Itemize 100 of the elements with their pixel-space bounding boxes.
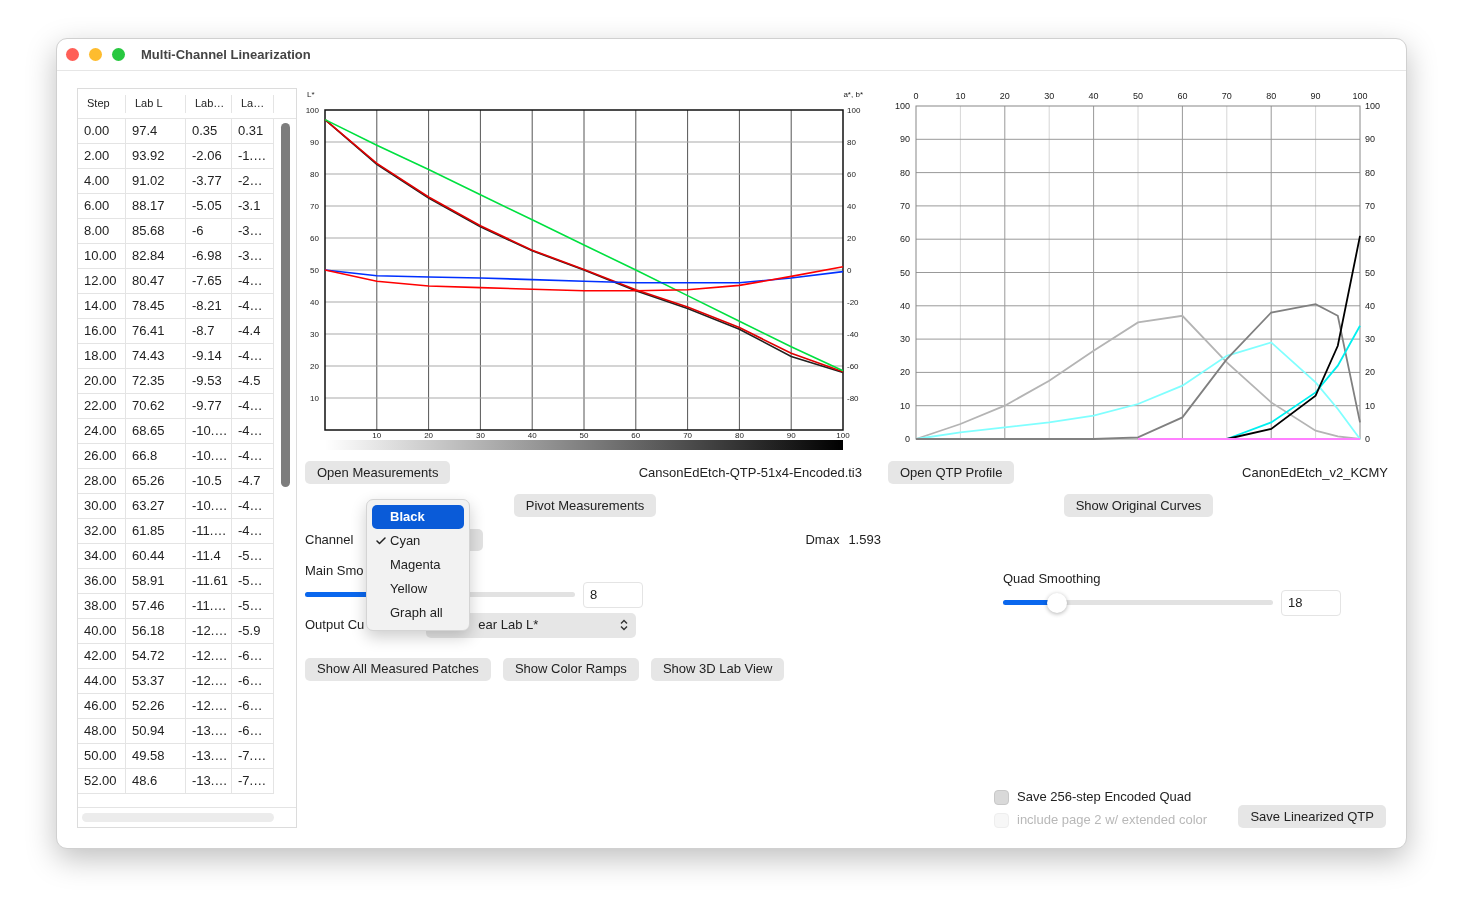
table-cell: 72.35: [126, 369, 186, 393]
tick-label: 10: [372, 431, 382, 440]
table-cell: -10.5: [186, 469, 232, 493]
tick-label: 50: [310, 266, 319, 275]
table-cell: 14.00: [78, 294, 126, 318]
dmax-label: Dmax: [805, 531, 840, 550]
smoothing-label: Quad Smoothing: [1003, 570, 1101, 588]
table-cell: 26.00: [78, 444, 126, 468]
table-cell: 28.00: [78, 469, 126, 493]
table-cell: -5…: [232, 544, 274, 568]
table-cell: -5…: [232, 569, 274, 593]
table-cell: -4.4: [232, 319, 274, 343]
table-cell: 49.58: [126, 744, 186, 768]
tick-label: 60: [631, 431, 641, 440]
table-cell: -8.7: [186, 319, 232, 343]
tick-label: 40: [1365, 300, 1375, 311]
table-cell: -4…: [232, 269, 274, 293]
tick-label: 40: [847, 202, 856, 211]
table-cell: -12.…: [186, 619, 232, 643]
table-cell: 66.8: [126, 444, 186, 468]
table-cell: -6…: [232, 719, 274, 743]
axis-label: a*, b*: [843, 90, 863, 99]
table-cell: 0.35: [186, 119, 232, 143]
table-cell: -4…: [232, 419, 274, 443]
tick-label: 0: [913, 91, 919, 101]
tick-label: 70: [683, 431, 693, 440]
tick-label: 10: [310, 394, 319, 403]
file-name: CanonEdEtch_v2_KCMY: [1242, 463, 1388, 482]
table-cell: 4.00: [78, 169, 126, 193]
table-cell: 85.68: [126, 219, 186, 243]
table-cell: 20.00: [78, 369, 126, 393]
tick-label: 10: [1365, 400, 1375, 411]
table-cell: -4.5: [232, 369, 274, 393]
tick-label: 0: [905, 434, 910, 444]
tick-label: 100: [894, 101, 910, 111]
table-cell: 16.00: [78, 319, 126, 343]
table-cell: -8.21: [186, 294, 232, 318]
table-cell: 30.00: [78, 494, 126, 518]
table-cell: 2.00: [78, 144, 126, 168]
table-cell: -6…: [232, 644, 274, 668]
table-cell: 63.27: [126, 494, 186, 518]
dmax-value: 1.593: [848, 531, 881, 550]
table-cell: -4…: [232, 294, 274, 318]
table-cell: 38.00: [78, 594, 126, 618]
table-cell: -5.9: [232, 619, 274, 643]
tick-label: 60: [1365, 234, 1375, 245]
table-cell: 76.41: [126, 319, 186, 343]
tick-label: 90: [786, 431, 796, 440]
output-curve-label: Output Cu: [305, 616, 365, 635]
tick-label: 40: [527, 431, 537, 440]
tick-label: 90: [900, 134, 910, 145]
table-cell: -4…: [232, 444, 274, 468]
tick-label: 80: [1365, 167, 1375, 178]
table-cell: 8.00: [78, 219, 126, 243]
tick-label: 20: [424, 431, 434, 440]
table-cell: 80.47: [126, 269, 186, 293]
tick-label: 90: [1310, 91, 1321, 101]
table-cell: -13.…: [186, 769, 232, 793]
table-cell: 58.91: [126, 569, 186, 593]
window-title: Multi-Channel Linearization: [141, 45, 311, 64]
table-cell: 40.00: [78, 619, 126, 643]
tick-label: 30: [310, 330, 319, 339]
tick-label: 10: [900, 400, 910, 411]
table-cell: -9.14: [186, 344, 232, 368]
tick-label: 80: [847, 138, 856, 147]
table-cell: 93.92: [126, 144, 186, 168]
tick-label: 100: [1352, 91, 1368, 101]
tick-label: 70: [1221, 91, 1232, 101]
tick-label: -60: [847, 362, 859, 371]
table-cell: 70.62: [126, 394, 186, 418]
table-cell: 82.84: [126, 244, 186, 268]
table-cell: -13.…: [186, 719, 232, 743]
table-cell: -3.77: [186, 169, 232, 193]
table-cell: -9.53: [186, 369, 232, 393]
table-cell: -10.…: [186, 494, 232, 518]
tick-label: 70: [310, 202, 319, 211]
table-cell: 56.18: [126, 619, 186, 643]
table-cell: 65.26: [126, 469, 186, 493]
tick-label: 90: [1365, 134, 1375, 145]
table-cell: 52.26: [126, 694, 186, 718]
table-cell: -4…: [232, 394, 274, 418]
table-cell: 18.00: [78, 344, 126, 368]
table-cell: 34.00: [78, 544, 126, 568]
table-cell: 60.44: [126, 544, 186, 568]
table-cell: 74.43: [126, 344, 186, 368]
tick-label: 30: [900, 334, 910, 345]
table-cell: 91.02: [126, 169, 186, 193]
tick-label: 0: [1365, 434, 1370, 444]
table-cell: -11.…: [186, 594, 232, 618]
table-cell: -11.…: [186, 519, 232, 543]
table-cell: 32.00: [78, 519, 126, 543]
table-cell: 0.00: [78, 119, 126, 143]
tick-label: 50: [900, 267, 910, 278]
table-cell: 22.00: [78, 394, 126, 418]
table-cell: 61.85: [126, 519, 186, 543]
table-cell: 24.00: [78, 419, 126, 443]
tick-label: 100: [1365, 101, 1381, 111]
channel-label: Channel: [305, 531, 354, 550]
tick-label: 50: [1133, 91, 1143, 101]
table-cell: 52.00: [78, 769, 126, 793]
